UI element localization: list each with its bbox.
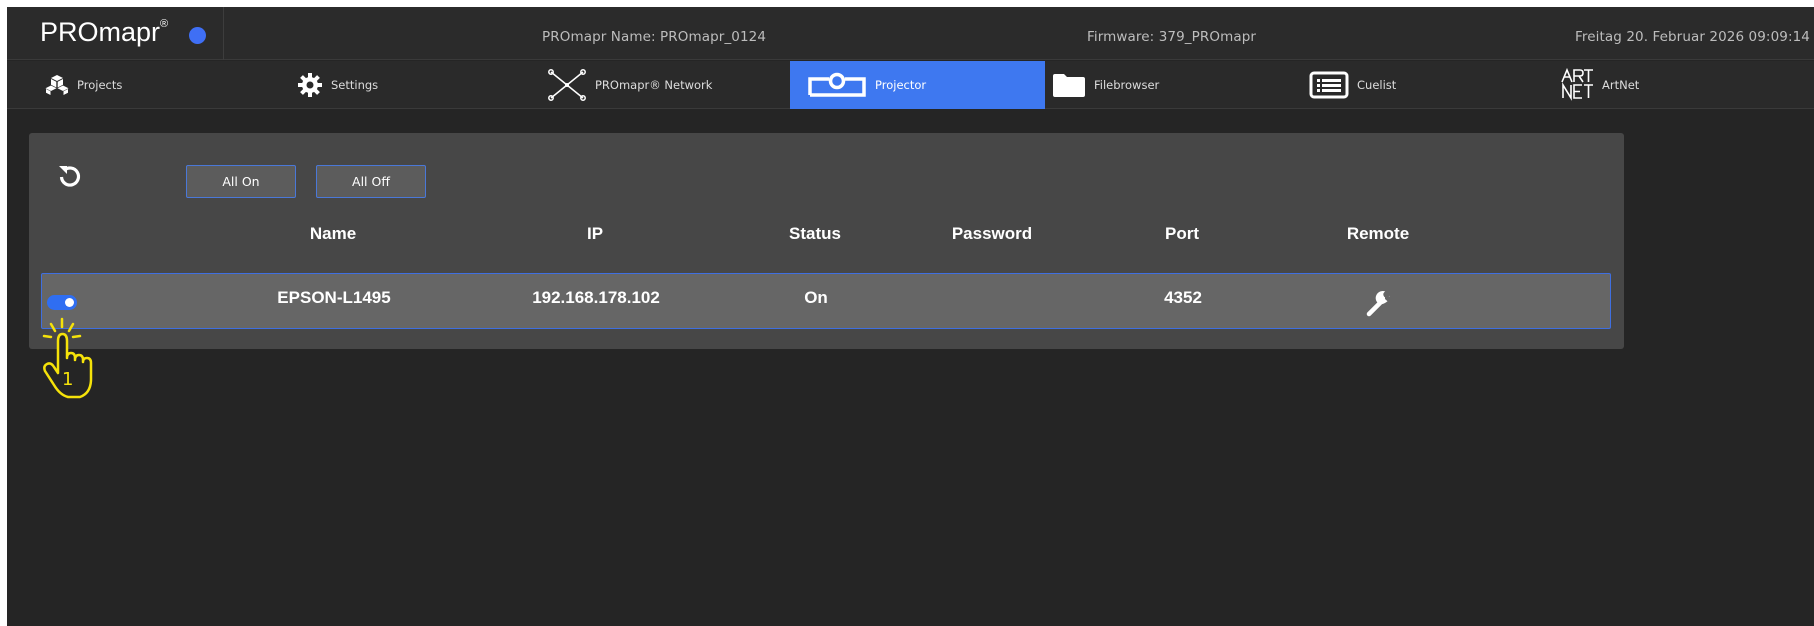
column-header-remote: Remote — [1346, 224, 1410, 243]
projector-status: On — [804, 288, 828, 307]
refresh-icon[interactable] — [57, 163, 83, 189]
nav-filebrowser-label: Filebrowser — [1094, 78, 1160, 92]
all-off-button[interactable]: All Off — [316, 165, 426, 198]
column-header-name: Name — [309, 224, 357, 243]
connection-status-dot — [189, 27, 206, 44]
toggle-knob — [65, 298, 74, 307]
all-on-button[interactable]: All On — [186, 165, 296, 198]
nav-artnet-label: ArtNet — [1602, 78, 1640, 92]
folder-icon — [1052, 72, 1086, 98]
column-header-password: Password — [951, 224, 1033, 243]
datetime: Freitag 20. Februar 2026 09:09:14 — [1575, 29, 1810, 45]
nav-cuelist-label: Cuelist — [1357, 78, 1397, 92]
top-bar: PROmapr® PROmapr Name: PROmapr_0124 Firm… — [7, 7, 1814, 60]
brand: PROmapr® — [7, 7, 224, 60]
nav-settings[interactable]: Settings — [297, 61, 497, 109]
nav-network-label: PROmapr® Network — [595, 78, 713, 92]
projector-panel: All On All Off Name IP Status Password P… — [29, 133, 1624, 349]
network-icon — [547, 69, 587, 101]
gear-icon — [297, 72, 323, 98]
nav-network[interactable]: PROmapr® Network — [547, 61, 777, 109]
projector-ip: 192.168.178.102 — [532, 288, 660, 307]
column-header-ip: IP — [586, 224, 604, 243]
projector-icon — [807, 71, 867, 99]
firmware-version: Firmware: 379_PROmapr — [1087, 29, 1257, 45]
nav-filebrowser[interactable]: Filebrowser — [1052, 61, 1252, 109]
nav-artnet[interactable]: ArtNet — [1560, 61, 1760, 109]
tap-pointer-annotation: 1 — [34, 313, 114, 403]
nav-projector[interactable]: Projector — [790, 61, 1045, 109]
nav-projects[interactable]: Projects — [45, 61, 255, 109]
nav-projects-label: Projects — [77, 78, 123, 92]
step-number: 1 — [62, 369, 74, 390]
cubes-icon — [45, 74, 69, 96]
projector-port: 4352 — [1164, 288, 1202, 307]
nav-settings-label: Settings — [331, 78, 379, 92]
list-icon — [1309, 71, 1349, 99]
column-header-status: Status — [789, 224, 841, 243]
nav-cuelist[interactable]: Cuelist — [1309, 61, 1509, 109]
app-window: PROmapr® PROmapr Name: PROmapr_0124 Firm… — [7, 7, 1814, 626]
promapr-name: PROmapr Name: PROmapr_0124 — [542, 29, 767, 45]
projector-row[interactable]: EPSON-L1495 192.168.178.102 On 4352 — [41, 273, 1611, 329]
projector-name: EPSON-L1495 — [277, 288, 391, 307]
brand-logo: PROmapr® — [40, 17, 169, 47]
main-nav: Projects Settings PROmapr® Network Proje… — [7, 61, 1814, 109]
wrench-icon[interactable] — [1365, 288, 1395, 318]
artnet-logo-icon — [1560, 68, 1594, 102]
column-header-port: Port — [1165, 224, 1199, 243]
nav-projector-label: Projector — [875, 78, 927, 92]
projector-enable-toggle[interactable] — [47, 295, 77, 310]
